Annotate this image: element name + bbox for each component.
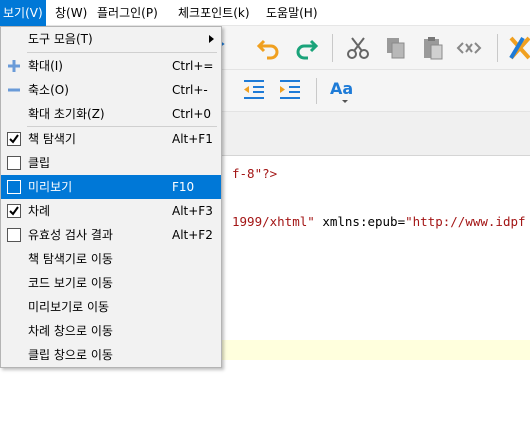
- code-view[interactable]: [222, 156, 530, 425]
- menu-item-label: 책 탐색기로 이동: [28, 252, 113, 266]
- toolbar-separator: [332, 34, 333, 62]
- menu-item-book-browser[interactable]: 책 탐색기 Alt+F1: [1, 127, 221, 151]
- menu-item-shortcut: Ctrl+=: [172, 59, 214, 73]
- menu-item-shortcut: Alt+F2: [172, 228, 213, 242]
- menu-item-label: 미리보기로 이동: [28, 300, 110, 314]
- menu-item-goto-book-browser[interactable]: 책 탐색기로 이동: [1, 247, 221, 271]
- menu-separator: [27, 52, 217, 53]
- menu-item-shortcut: Ctrl+-: [172, 83, 208, 97]
- menu-item-label: 클립: [28, 156, 51, 170]
- paste-icon[interactable]: [419, 34, 447, 62]
- dropdown-triangle-icon: [342, 100, 348, 103]
- menu-item-goto-toc[interactable]: 차례 창으로 이동: [1, 319, 221, 343]
- menu-checkpoints[interactable]: 체크포인트(k): [178, 0, 250, 26]
- view-menu-dropdown: 도구 모음(T) 확대(I) Ctrl+= 축소(O) Ctrl+- 확대 초기…: [0, 26, 222, 368]
- tool-x-icon[interactable]: [507, 34, 530, 62]
- menu-item-label: 도구 모음(T): [28, 32, 93, 46]
- menu-item-label: 코드 보기로 이동: [28, 276, 113, 290]
- menu-view[interactable]: 보기(V): [0, 0, 46, 26]
- menu-item-toolbars[interactable]: 도구 모음(T): [1, 27, 221, 51]
- menu-item-label: 미리보기: [28, 180, 73, 194]
- menu-item-shortcut: Alt+F3: [172, 204, 213, 218]
- format-toolbar: Aa: [222, 70, 530, 112]
- menu-item-shortcut: Ctrl+0: [172, 107, 212, 121]
- tab-strip: [222, 112, 530, 156]
- code-line-1: f-8"?>: [232, 166, 278, 181]
- menu-help[interactable]: 도움말(H): [266, 0, 318, 26]
- indent-icon[interactable]: [276, 76, 304, 104]
- checkbox-unchecked-icon: [7, 156, 21, 170]
- main-toolbar: [216, 26, 530, 70]
- menu-item-zoom-out[interactable]: 축소(O) Ctrl+-: [1, 78, 221, 102]
- menu-item-label: 확대(I): [28, 59, 63, 73]
- redo-icon[interactable]: [292, 34, 320, 62]
- outdent-icon[interactable]: [240, 76, 268, 104]
- menu-item-label: 차례 창으로 이동: [28, 324, 113, 338]
- menu-item-toc[interactable]: 차례 Alt+F3: [1, 199, 221, 223]
- cut-icon[interactable]: [344, 34, 372, 62]
- font-label: Aa: [330, 79, 354, 98]
- toolbar-separator: [316, 78, 317, 104]
- plus-icon: [8, 60, 20, 72]
- menu-item-label: 축소(O): [28, 83, 69, 97]
- menu-item-goto-clips[interactable]: 클립 창으로 이동: [1, 343, 221, 367]
- menu-item-label: 차례: [28, 204, 51, 218]
- menu-item-goto-code-view[interactable]: 코드 보기로 이동: [1, 271, 221, 295]
- checkbox-checked-icon: [7, 204, 21, 218]
- menu-item-label: 확대 초기화(Z): [28, 107, 105, 121]
- menu-item-zoom-reset[interactable]: 확대 초기화(Z) Ctrl+0: [1, 102, 221, 126]
- undo-icon[interactable]: [255, 34, 283, 62]
- menubar: 보기(V) 창(W) 플러그인(P) 체크포인트(k) 도움말(H): [0, 0, 530, 26]
- checkbox-unchecked-icon: [7, 180, 21, 194]
- minus-icon: [8, 88, 20, 92]
- toolbar-separator: [497, 34, 498, 62]
- menu-item-shortcut: Alt+F1: [172, 132, 213, 146]
- font-button[interactable]: Aa: [330, 79, 358, 105]
- submenu-arrow-icon: [209, 35, 214, 43]
- code-line-2: 1999/xhtml" xmlns:epub="http://www.idpf: [232, 214, 526, 229]
- menu-item-label: 클립 창으로 이동: [28, 348, 113, 362]
- copy-icon[interactable]: [382, 34, 410, 62]
- code-tag-icon[interactable]: [455, 34, 483, 62]
- menu-window[interactable]: 창(W): [55, 0, 87, 26]
- menu-item-shortcut: F10: [172, 180, 195, 194]
- menu-item-label: 유효성 검사 결과: [28, 228, 113, 242]
- menu-item-goto-preview[interactable]: 미리보기로 이동: [1, 295, 221, 319]
- menu-plugins[interactable]: 플러그인(P): [97, 0, 158, 26]
- checkbox-unchecked-icon: [7, 228, 21, 242]
- menu-item-label: 책 탐색기: [28, 132, 76, 146]
- menu-item-zoom-in[interactable]: 확대(I) Ctrl+=: [1, 54, 221, 78]
- menu-item-preview[interactable]: 미리보기 F10: [1, 175, 221, 199]
- menu-item-clips[interactable]: 클립: [1, 151, 221, 175]
- menu-item-validation-results[interactable]: 유효성 검사 결과 Alt+F2: [1, 223, 221, 247]
- checkbox-checked-icon: [7, 132, 21, 146]
- current-line-highlight: [222, 340, 530, 360]
